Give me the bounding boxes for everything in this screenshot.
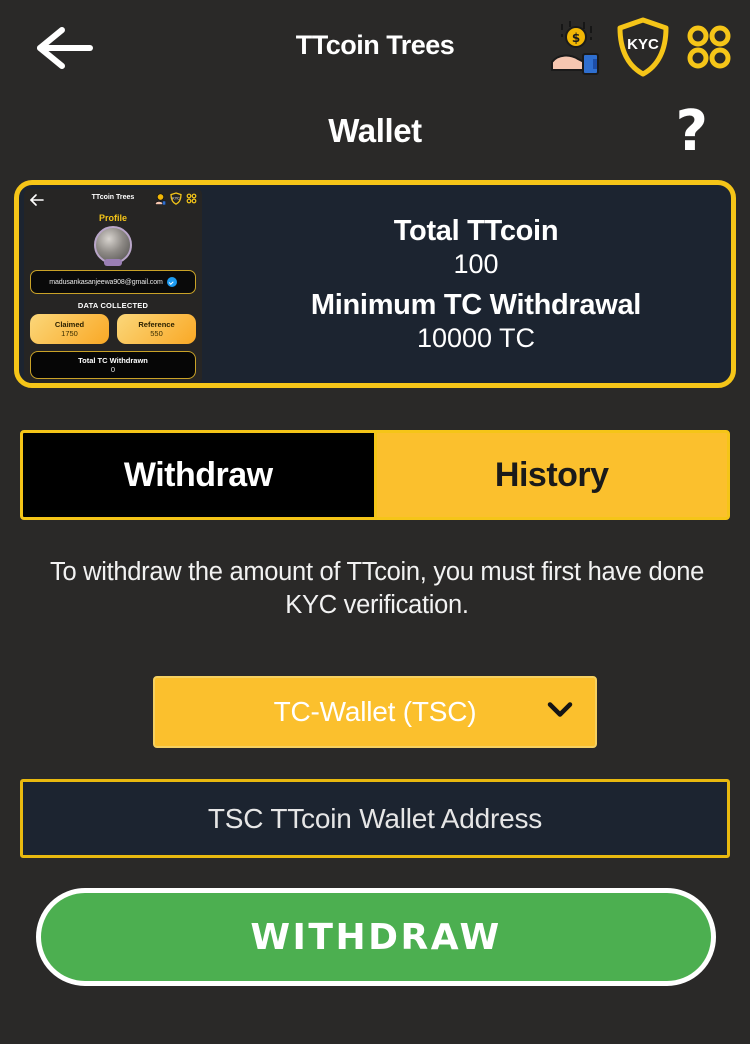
grid-menu-icon[interactable]	[684, 22, 734, 72]
wallet-address-placeholder: TSC TTcoin Wallet Address	[207, 802, 543, 834]
chevron-down-icon	[547, 702, 573, 723]
stat-chip-value: 550	[150, 329, 163, 338]
coin-in-hand-icon[interactable]: $	[550, 18, 602, 76]
total-ttcoin-value: 100	[453, 248, 499, 279]
thumbnail-top-bar: TTcoin Trees KYC	[24, 189, 202, 211]
thumbnail-icon-group: KYC	[155, 192, 197, 205]
thumbnail-coin-icon	[155, 192, 166, 205]
thumbnail-email-text: madusankasanjeewa908@gmail.com	[49, 278, 163, 286]
tab-history[interactable]: History	[373, 433, 727, 517]
wallet-type-select[interactable]: TC-Wallet (TSC)	[153, 676, 597, 748]
thumbnail-profile-label: Profile	[98, 213, 127, 223]
wallet-type-value: TC-Wallet (TSC)	[273, 696, 477, 727]
top-icon-group: $ KYC	[550, 16, 734, 78]
stat-chip-label: Claimed	[54, 320, 85, 329]
thumbnail-total-withdrawn: Total TC Withdrawn 0	[30, 351, 196, 379]
wallet-balance-panel: Total TTcoin 100 Minimum TC Withdrawal 1…	[221, 185, 731, 383]
minimum-withdrawal-label: Minimum TC Withdrawal	[310, 288, 642, 321]
svg-text:$: $	[572, 31, 580, 45]
thumbnail-email-row: madusankasanjeewa908@gmail.com	[30, 270, 196, 294]
top-bar: TTcoin Trees $ KYC	[0, 0, 750, 96]
verified-badge-icon	[166, 277, 177, 287]
svg-text:KYC: KYC	[627, 36, 659, 53]
svg-text:KYC: KYC	[172, 197, 180, 201]
tab-withdraw[interactable]: Withdraw	[23, 433, 374, 517]
profile-preview-thumbnail[interactable]: TTcoin Trees KYC Profile madusankasanjee…	[24, 189, 202, 383]
wallet-tabs: Withdraw History	[20, 430, 730, 520]
withdraw-submit-label: WITHDRAW	[250, 916, 502, 958]
thumbnail-grid-icon	[186, 193, 197, 204]
thumbnail-data-collected-label: DATA COLLECTED	[77, 301, 149, 310]
wallet-screen: TTcoin Trees $ KYC Wallet ? TTcoin Trees…	[0, 0, 750, 1044]
stat-chip-value: 1750	[61, 329, 78, 338]
avatar	[94, 226, 132, 264]
stat-chip-claimed: Claimed 1750	[30, 314, 109, 344]
minimum-withdrawal-value: 10000 TC	[416, 322, 536, 353]
total-withdrawn-label: Total TC Withdrawn	[78, 356, 148, 365]
thumbnail-stat-chips: Claimed 1750 Reference 550	[30, 314, 196, 344]
total-withdrawn-value: 0	[110, 365, 116, 374]
total-ttcoin-label: Total TTcoin	[393, 214, 559, 247]
stat-chip-label: Reference	[138, 320, 175, 329]
stat-chip-reference: Reference 550	[117, 314, 196, 344]
wallet-address-input[interactable]: TSC TTcoin Wallet Address	[20, 779, 730, 858]
withdraw-submit-button[interactable]: WITHDRAW	[36, 888, 716, 986]
wallet-summary-card: TTcoin Trees KYC Profile madusankasanjee…	[14, 180, 736, 388]
page-title: Wallet	[328, 112, 422, 149]
thumbnail-kyc-shield-icon: KYC	[170, 192, 182, 205]
kyc-shield-icon[interactable]: KYC	[614, 16, 672, 78]
kyc-notice-text: To withdraw the amount of TTcoin, you mu…	[50, 558, 704, 619]
help-icon[interactable]: ?	[676, 104, 708, 160]
